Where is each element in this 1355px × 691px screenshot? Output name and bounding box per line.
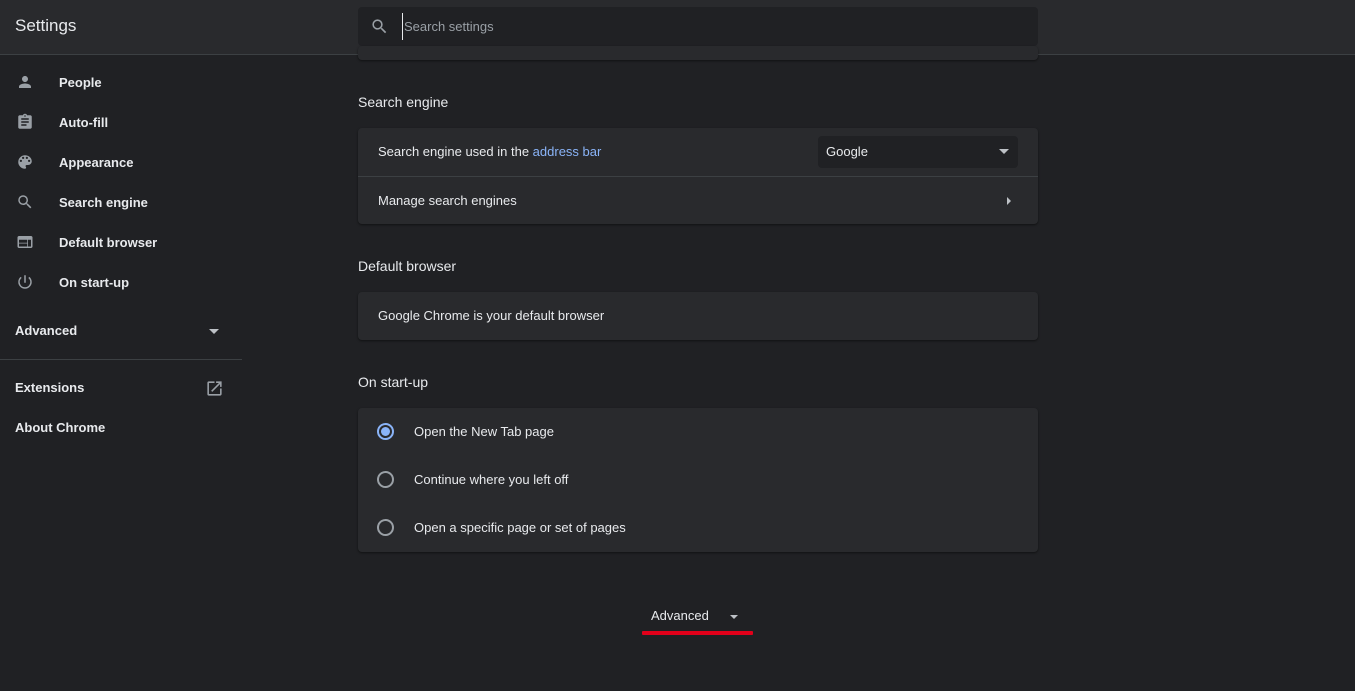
sidebar-item-default-browser[interactable]: Default browser (0, 222, 242, 262)
sidebar-item-appearance[interactable]: Appearance (0, 142, 242, 182)
open-in-new-icon[interactable] (205, 379, 224, 398)
startup-card: Open the New Tab page Continue where you… (358, 408, 1038, 552)
sidebar-item-label: Search engine (59, 194, 148, 210)
manage-search-engines-label: Manage search engines (378, 193, 517, 208)
power-icon (18, 275, 32, 289)
previous-card-edge (358, 46, 1038, 60)
palette-icon (18, 155, 32, 169)
sidebar: People Auto-fill Appearance Search engin… (0, 56, 242, 691)
sidebar-about-chrome[interactable]: About Chrome (15, 420, 105, 435)
section-title-default-browser: Default browser (358, 258, 457, 274)
search-icon (372, 19, 387, 34)
dropdown-caret-icon (999, 149, 1009, 154)
radio-label: Continue where you left off (414, 472, 569, 487)
startup-option-continue[interactable]: Continue where you left off (358, 456, 1038, 504)
startup-option-specific-pages[interactable]: Open a specific page or set of pages (358, 504, 1038, 552)
sidebar-item-label: Default browser (59, 234, 158, 250)
search-engine-select[interactable]: Google (818, 136, 1018, 168)
default-browser-card: Google Chrome is your default browser (358, 292, 1038, 340)
search-engine-selected: Google (826, 144, 868, 159)
sidebar-divider (0, 359, 242, 360)
clipboard-icon (18, 113, 32, 129)
advanced-toggle-button[interactable]: Advanced (642, 598, 754, 635)
radio-label: Open the New Tab page (414, 424, 554, 439)
radio-label: Open a specific page or set of pages (414, 520, 626, 535)
sidebar-item-label: People (59, 74, 102, 90)
highlight-underline (642, 631, 753, 635)
sidebar-item-label: Appearance (59, 154, 134, 170)
manage-search-engines-row[interactable]: Manage search engines (358, 177, 1038, 224)
advanced-toggle-label: Advanced (651, 608, 709, 623)
search-input[interactable] (402, 13, 1022, 40)
section-title-on-startup: On start-up (358, 374, 429, 390)
arrow-right-icon (1007, 197, 1011, 205)
startup-option-new-tab[interactable]: Open the New Tab page (358, 408, 1038, 456)
sidebar-item-autofill[interactable]: Auto-fill (0, 102, 242, 142)
search-engine-used-label: Search engine used in the address bar (378, 144, 602, 159)
search-icon (18, 195, 32, 209)
radio-button[interactable] (377, 471, 394, 488)
sidebar-item-people[interactable]: People (0, 62, 242, 102)
search-engine-card: Search engine used in the address bar Go… (358, 128, 1038, 224)
sidebar-advanced[interactable]: Advanced (15, 323, 77, 338)
section-title-search-engine: Search engine (358, 94, 449, 110)
browser-window-icon (17, 236, 33, 248)
address-bar-link[interactable]: address bar (533, 144, 602, 159)
chevron-down-icon[interactable] (208, 328, 220, 336)
chevron-down-icon (730, 615, 738, 619)
sidebar-item-search-engine[interactable]: Search engine (0, 182, 242, 222)
search-box[interactable] (358, 7, 1038, 46)
default-browser-status: Google Chrome is your default browser (378, 308, 605, 323)
person-icon (19, 76, 31, 88)
sidebar-extensions[interactable]: Extensions (15, 380, 84, 395)
sidebar-item-label: On start-up (59, 274, 130, 290)
sidebar-item-on-startup[interactable]: On start-up (0, 262, 242, 302)
radio-button[interactable] (377, 519, 394, 536)
radio-button[interactable] (377, 423, 394, 440)
app-title: Settings (15, 16, 77, 35)
sidebar-item-label: Auto-fill (59, 114, 109, 130)
